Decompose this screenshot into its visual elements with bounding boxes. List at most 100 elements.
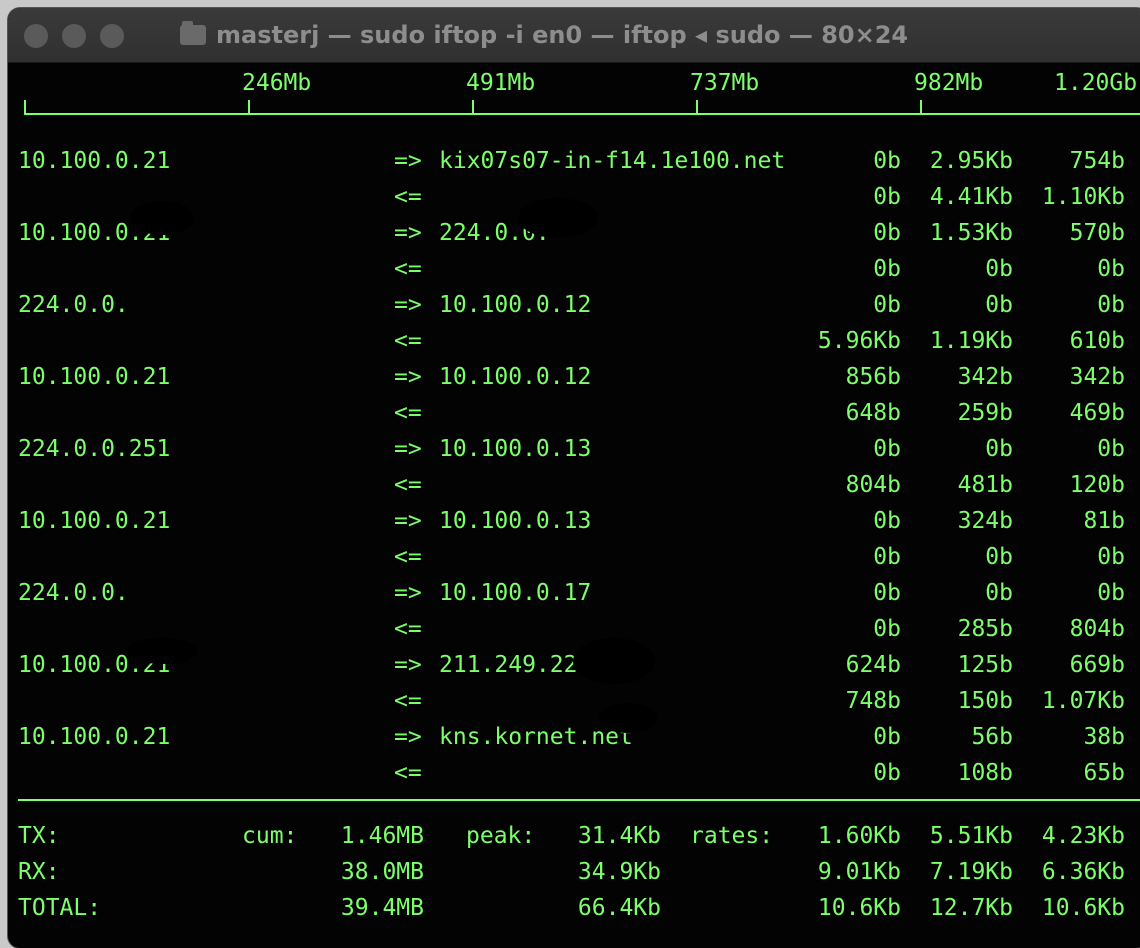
rate-value: 10.6Kb — [817, 895, 901, 921]
out-rate: 0b — [985, 292, 1013, 318]
out-arrow: => — [394, 580, 422, 606]
rate-value: 7.19Kb — [929, 859, 1013, 885]
in-rate: 469b — [1069, 400, 1125, 426]
out-rate: 0b — [873, 580, 901, 606]
window-title-text: masterj — sudo iftop -i en0 — iftop ◂ su… — [216, 21, 909, 49]
in-arrow: <= — [394, 472, 422, 498]
scale-tick-label: 491Mb — [466, 70, 536, 96]
out-rate: 754b — [1069, 148, 1125, 174]
scale-tick-label: 982Mb — [914, 70, 984, 96]
totals-divider — [18, 799, 1140, 801]
out-rate: 0b — [985, 580, 1013, 606]
source-host: 10.100.0.21 — [18, 148, 171, 174]
window-title: masterj — sudo iftop -i en0 — iftop ◂ su… — [180, 18, 908, 52]
in-rate: 5.96Kb — [817, 328, 901, 354]
out-arrow: => — [394, 652, 422, 678]
peak-label: peak: — [466, 823, 536, 849]
out-rate: 570b — [1069, 220, 1125, 246]
in-rate: 0b — [1097, 544, 1125, 570]
in-rate: 0b — [985, 256, 1013, 282]
cum-value: 38.0MB — [340, 859, 424, 885]
out-rate: 81b — [1083, 508, 1125, 534]
cum-value: 39.4MB — [340, 895, 424, 921]
in-rate: 120b — [1069, 472, 1125, 498]
out-arrow: => — [394, 508, 422, 534]
scale-tick — [24, 100, 26, 115]
in-rate: 285b — [957, 616, 1013, 642]
redaction-mark — [518, 198, 598, 238]
out-rate: 56b — [971, 724, 1013, 750]
in-rate: 108b — [957, 760, 1013, 786]
destination-host: 10.100.0.12 — [439, 292, 592, 318]
rate-value: 1.60Kb — [817, 823, 901, 849]
scale-axis — [24, 113, 1140, 115]
out-arrow: => — [394, 148, 422, 174]
terminal-window: masterj — sudo iftop -i en0 — iftop ◂ su… — [8, 8, 1140, 948]
peak-value: 31.4Kb — [577, 823, 661, 849]
source-host: 10.100.0.21 — [18, 508, 171, 534]
destination-host: 10.100.0.13 — [439, 436, 592, 462]
in-rate: 648b — [845, 400, 901, 426]
scale-tick-label: 737Mb — [690, 70, 760, 96]
cum-label: cum: — [242, 823, 298, 849]
source-host: 10.100.0.21 — [18, 724, 171, 750]
out-rate: 0b — [873, 148, 901, 174]
scale-tick — [920, 100, 922, 115]
rate-value: 5.51Kb — [929, 823, 1013, 849]
scale-tick-label: 1.20Gb — [1054, 70, 1138, 96]
out-arrow: => — [394, 364, 422, 390]
in-rate: 0b — [873, 760, 901, 786]
out-rate: 1.53Kb — [929, 220, 1013, 246]
destination-host: kix07s07-in-f14.1e100.net — [439, 148, 786, 174]
scale-tick — [248, 100, 250, 115]
source-host: 10.100.0.21 — [18, 364, 171, 390]
out-arrow: => — [394, 220, 422, 246]
destination-host: 10.100.0.12 — [439, 364, 592, 390]
scale-tick — [472, 100, 474, 115]
in-rate: 1.07Kb — [1041, 688, 1125, 714]
redaction-mark — [126, 638, 198, 664]
zoom-button[interactable] — [100, 24, 124, 48]
in-arrow: <= — [394, 688, 422, 714]
in-arrow: <= — [394, 184, 422, 210]
in-rate: 481b — [957, 472, 1013, 498]
rate-value: 9.01Kb — [817, 859, 901, 885]
in-rate: 4.41Kb — [929, 184, 1013, 210]
close-button[interactable] — [24, 24, 48, 48]
out-rate: 0b — [1097, 292, 1125, 318]
rate-value: 6.36Kb — [1041, 859, 1125, 885]
out-rate: 0b — [873, 220, 901, 246]
folder-icon — [180, 21, 206, 45]
in-rate: 150b — [957, 688, 1013, 714]
redaction-mark — [598, 703, 658, 733]
scale-tick-label: 246Mb — [242, 70, 312, 96]
out-rate: 342b — [957, 364, 1013, 390]
out-rate: 669b — [1069, 652, 1125, 678]
source-host: 224.0.0.251 — [18, 436, 171, 462]
out-rate: 0b — [985, 436, 1013, 462]
minimize-button[interactable] — [62, 24, 86, 48]
out-rate: 324b — [957, 508, 1013, 534]
rate-value: 10.6Kb — [1041, 895, 1125, 921]
cum-value: 1.46MB — [340, 823, 424, 849]
out-rate: 342b — [1069, 364, 1125, 390]
source-host: 224.0.0. — [18, 292, 129, 318]
redaction-mark — [573, 638, 655, 684]
in-rate: 1.19Kb — [929, 328, 1013, 354]
in-rate: 610b — [1069, 328, 1125, 354]
in-rate: 804b — [1069, 616, 1125, 642]
in-arrow: <= — [394, 400, 422, 426]
terminal-content[interactable]: 246Mb 491Mb 737Mb 982Mb 1.20Gb 10.100.0.… — [8, 63, 1140, 948]
peak-value: 66.4Kb — [577, 895, 661, 921]
rate-value: 4.23Kb — [1041, 823, 1125, 849]
in-arrow: <= — [394, 760, 422, 786]
in-arrow: <= — [394, 616, 422, 642]
in-rate: 259b — [957, 400, 1013, 426]
in-rate: 0b — [873, 616, 901, 642]
out-arrow: => — [394, 292, 422, 318]
title-bar[interactable]: masterj — sudo iftop -i en0 — iftop ◂ su… — [8, 8, 1140, 63]
in-rate: 748b — [845, 688, 901, 714]
out-rate: 624b — [845, 652, 901, 678]
in-rate: 65b — [1083, 760, 1125, 786]
out-rate: 0b — [1097, 436, 1125, 462]
